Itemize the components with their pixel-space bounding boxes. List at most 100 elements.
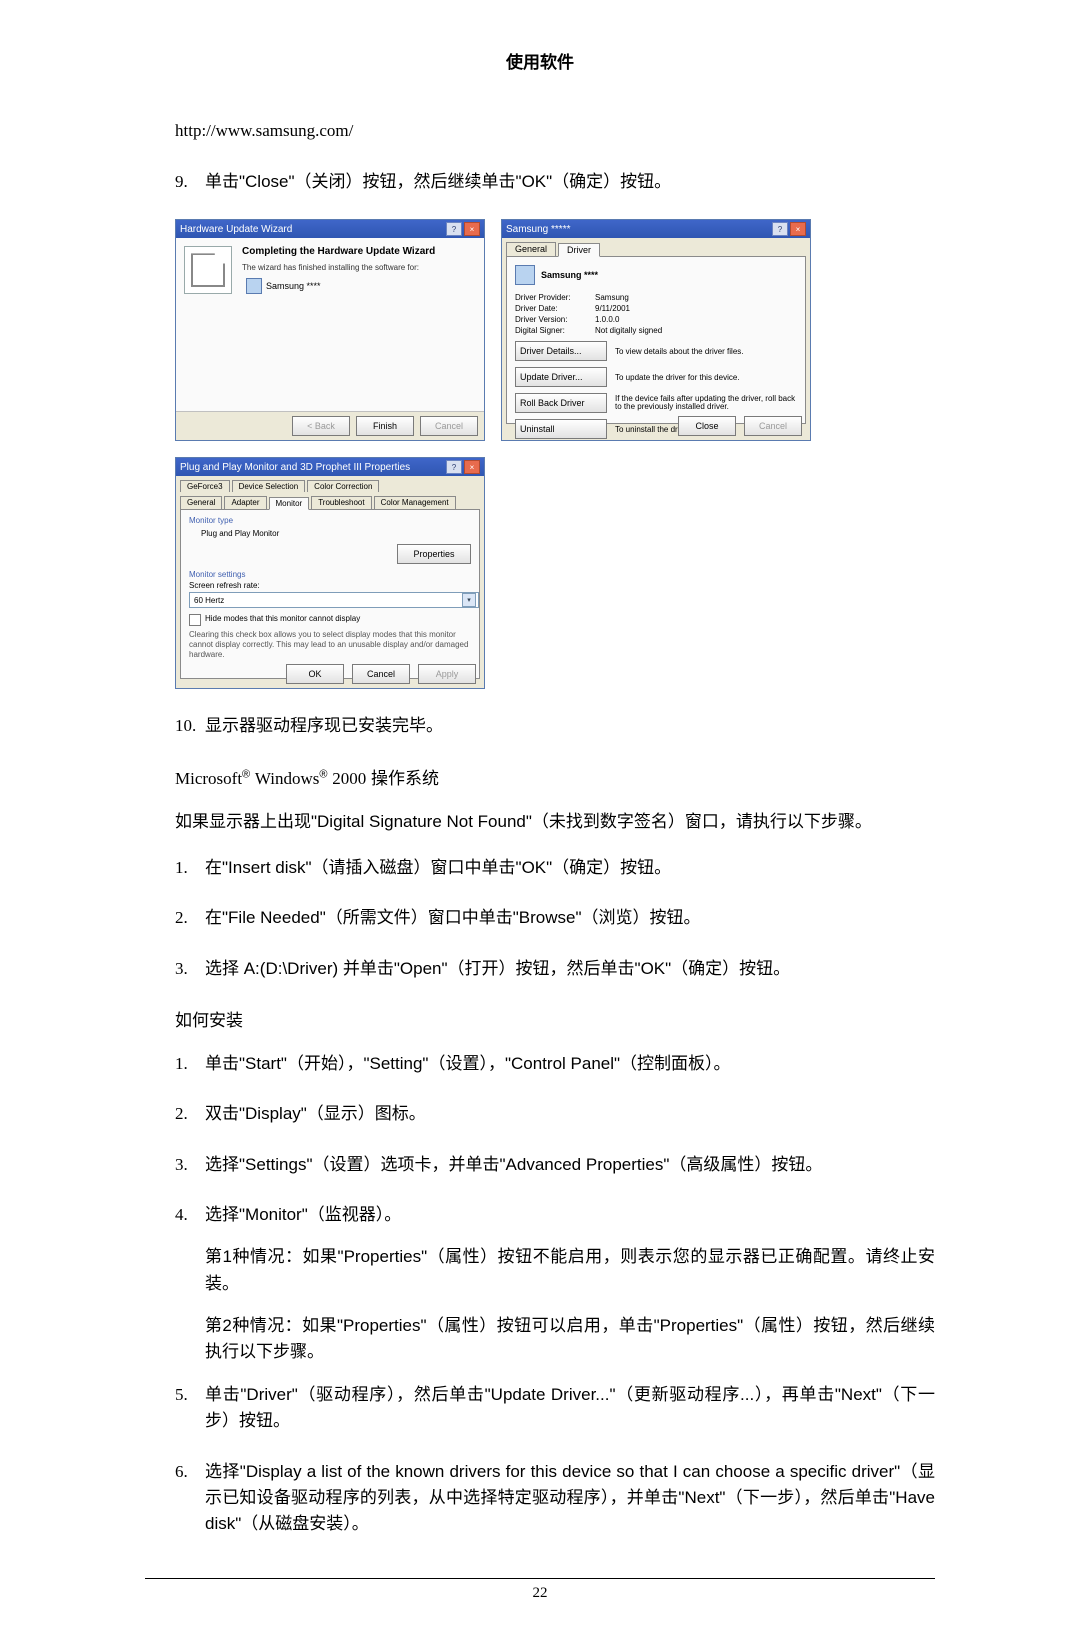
monitor-icon [246,278,262,294]
apply-button: Apply [418,664,476,684]
step-number: 3. [175,956,205,982]
url-text: http://www.samsung.com/ [175,121,935,141]
step-text: 选择"Settings"（设置）选项卡，并单击"Advanced Propert… [205,1152,935,1178]
chevron-down-icon: ▾ [462,593,476,607]
step-row: 5. 单击"Driver"（驱动程序），然后单击"Update Driver..… [175,1382,935,1435]
rollback-driver-button[interactable]: Roll Back Driver [515,393,607,413]
step-number: 2. [175,905,205,931]
hide-modes-checkbox[interactable] [189,614,201,626]
window-title: Plug and Play Monitor and 3D Prophet III… [180,462,410,473]
step-number: 6. [175,1459,205,1538]
step-text: 在"Insert disk"（请插入磁盘）窗口中单击"OK"（确定）按钮。 [205,855,935,881]
tab-general[interactable]: General [506,242,556,256]
button-desc: If the device fails after updating the d… [615,395,797,413]
step-text: 选择"Display a list of the known drivers f… [205,1459,935,1538]
close-icon[interactable]: × [464,222,480,236]
wizard-heading: Completing the Hardware Update Wizard [242,246,476,257]
monitor-icon [515,265,535,285]
kv-label: Digital Signer: [515,326,595,335]
step-text: 显示器驱动程序现已安装完毕。 [205,713,935,739]
step-row: 9. 单击"Close"（关闭）按钮，然后继续单击"OK"（确定）按钮。 [175,169,935,195]
tab-device-selection[interactable]: Device Selection [232,480,306,492]
tab-color-correction[interactable]: Color Correction [307,480,379,492]
step-row: 2. 双击"Display"（显示）图标。 [175,1101,935,1127]
step-row: 4. 选择"Monitor"（监视器）。 第1种情况：如果"Properties… [175,1202,935,1366]
os-heading: Microsoft® Windows® 2000 操作系统 [175,764,935,789]
wizard-graphic-icon [184,246,232,294]
step-number: 1. [175,855,205,881]
hide-modes-label: Hide modes that this monitor cannot disp… [205,614,360,626]
screenshot-figures: Hardware Update Wizard ? × Completing th… [175,219,935,689]
help-icon[interactable]: ? [446,222,462,236]
monitor-properties-window: Plug and Play Monitor and 3D Prophet III… [175,457,485,689]
window-title: Samsung ***** [506,224,570,235]
howto-heading: 如何安装 [175,1006,935,1031]
case-text: 第2种情况：如果"Properties"（属性）按钮可以启用，单击"Proper… [205,1313,935,1366]
help-icon[interactable]: ? [446,460,462,474]
kv-label: Driver Date: [515,304,595,313]
paragraph: 如果显示器上出现"Digital Signature Not Found"（未找… [175,809,935,835]
tab-monitor[interactable]: Monitor [269,497,310,510]
step-text: 双击"Display"（显示）图标。 [205,1101,935,1127]
step-text: 单击"Driver"（驱动程序），然后单击"Update Driver..."（… [205,1382,935,1435]
step-number: 5. [175,1382,205,1435]
step-row: 3. 选择"Settings"（设置）选项卡，并单击"Advanced Prop… [175,1152,935,1178]
refresh-rate-select[interactable]: 60 Hertz ▾ [189,592,479,608]
titlebar: Hardware Update Wizard ? × [176,220,484,238]
footer-rule [145,1578,935,1579]
tab-general[interactable]: General [180,496,222,509]
tab-troubleshoot[interactable]: Troubleshoot [311,496,371,509]
step-text: 在"File Needed"（所需文件）窗口中单击"Browse"（浏览）按钮。 [205,905,935,931]
titlebar: Plug and Play Monitor and 3D Prophet III… [176,458,484,476]
step-row: 3. 选择 A:(D:\Driver) 并单击"Open"（打开）按钮，然后单击… [175,956,935,982]
step-text: 选择"Monitor"（监视器）。 [205,1202,935,1228]
step-row: 6. 选择"Display a list of the known driver… [175,1459,935,1538]
step-number: 9. [175,169,205,195]
close-icon[interactable]: × [464,460,480,474]
step-row: 1. 在"Insert disk"（请插入磁盘）窗口中单击"OK"（确定）按钮。 [175,855,935,881]
driver-details-button[interactable]: Driver Details... [515,341,607,361]
case-text: 第1种情况：如果"Properties"（属性）按钮不能启用，则表示您的显示器已… [205,1244,935,1297]
step-number: 10. [175,713,205,739]
cancel-button: Cancel [420,416,478,436]
step-row: 2. 在"File Needed"（所需文件）窗口中单击"Browse"（浏览）… [175,905,935,931]
wizard-window: Hardware Update Wizard ? × Completing th… [175,219,485,441]
ok-button[interactable]: OK [286,664,344,684]
driver-name: Samsung **** [266,281,321,291]
hide-modes-desc: Clearing this check box allows you to se… [189,630,471,659]
group-monitor-settings: Monitor settings [189,570,471,579]
tab-geforce3[interactable]: GeForce3 [180,480,230,492]
finish-button[interactable]: Finish [356,416,414,436]
tab-driver[interactable]: Driver [558,243,600,257]
step-row: 1. 单击"Start"（开始），"Setting"（设置），"Control … [175,1051,935,1077]
kv-label: Driver Provider: [515,293,595,302]
tab-color-management[interactable]: Color Management [374,496,456,509]
monitor-name: Plug and Play Monitor [189,527,471,544]
step-number: 3. [175,1152,205,1178]
kv-label: Driver Version: [515,315,595,324]
cancel-button: Cancel [744,416,802,436]
page-header: 使用软件 [145,48,935,73]
back-button: < Back [292,416,350,436]
refresh-rate-value: 60 Hertz [194,596,224,605]
button-desc: To update the driver for this device. [615,373,740,382]
kv-value: Samsung [595,293,629,302]
step-text: 选择 A:(D:\Driver) 并单击"Open"（打开）按钮，然后单击"OK… [205,956,935,982]
button-desc: To view details about the driver files. [615,347,744,356]
close-button[interactable]: Close [678,416,736,436]
step-number: 1. [175,1051,205,1077]
driver-heading: Samsung **** [541,270,598,280]
uninstall-button[interactable]: Uninstall [515,419,607,439]
kv-value: 1.0.0.0 [595,315,619,324]
tab-adapter[interactable]: Adapter [224,496,266,509]
close-icon[interactable]: × [790,222,806,236]
update-driver-button[interactable]: Update Driver... [515,367,607,387]
refresh-label: Screen refresh rate: [189,581,471,590]
properties-button[interactable]: Properties [397,544,471,564]
step-text: 单击"Close"（关闭）按钮，然后继续单击"OK"（确定）按钮。 [205,169,935,195]
page-number: 22 [145,1585,935,1602]
help-icon[interactable]: ? [772,222,788,236]
titlebar: Samsung ***** ? × [502,220,810,238]
cancel-button[interactable]: Cancel [352,664,410,684]
kv-value: 9/11/2001 [595,304,630,313]
